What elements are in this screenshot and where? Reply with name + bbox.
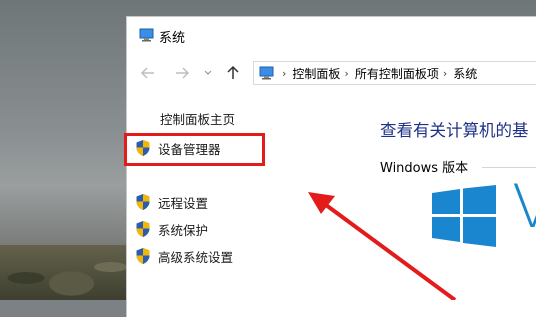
- advanced-system-settings-label: 高级系统设置: [158, 249, 234, 265]
- remote-settings-link[interactable]: 远程设置: [135, 192, 208, 212]
- breadcrumb-control-panel[interactable]: 控制面板: [292, 65, 340, 82]
- uac-shield-icon: [136, 194, 150, 210]
- forward-button[interactable]: [172, 63, 192, 83]
- chevron-down-icon: [204, 70, 212, 75]
- advanced-system-settings-link[interactable]: 高级系统设置: [135, 246, 233, 266]
- control-panel-home-link[interactable]: 控制面板主页: [160, 109, 235, 128]
- breadcrumb-separator-icon[interactable]: ›: [443, 67, 447, 80]
- section-divider: [482, 167, 536, 168]
- arrow-up-icon: [227, 66, 239, 79]
- arrow-left-icon: [141, 67, 154, 79]
- control-panel-icon: [259, 66, 274, 80]
- windows-edition-title: Windows 版本: [380, 161, 469, 176]
- system-protection-label: 系统保护: [158, 222, 209, 238]
- device-manager-label: 设备管理器: [158, 141, 221, 157]
- system-window: 系统 › 控制面板 › 所有控制面板项 › 系统 控制面板主页 设备管理器 远程…: [124, 17, 536, 317]
- page-heading: 查看有关计算机的基: [380, 121, 529, 140]
- address-bar[interactable]: › 控制面板 › 所有控制面板项 › 系统: [253, 61, 536, 85]
- title-bar[interactable]: 系统: [127, 17, 536, 55]
- navigation-bar: › 控制面板 › 所有控制面板项 › 系统: [127, 61, 536, 87]
- window-title: 系统: [159, 31, 186, 46]
- windows-logo-icon: [432, 185, 496, 247]
- system-protection-link[interactable]: 系统保护: [135, 219, 208, 239]
- desktop-wallpaper-foliage: [0, 245, 130, 300]
- breadcrumb-all-items[interactable]: 所有控制面板项: [355, 65, 439, 82]
- remote-settings-label: 远程设置: [158, 195, 209, 211]
- device-manager-link[interactable]: 设备管理器: [135, 138, 221, 158]
- up-button[interactable]: [223, 63, 243, 83]
- uac-shield-icon: [136, 248, 150, 264]
- arrow-right-icon: [176, 67, 189, 79]
- recent-locations-button[interactable]: [202, 63, 214, 83]
- breadcrumb-separator-icon[interactable]: ›: [344, 67, 348, 80]
- system-app-icon: [139, 28, 154, 42]
- breadcrumb-system[interactable]: 系统: [453, 65, 477, 82]
- uac-shield-icon: [136, 221, 150, 237]
- windows-wordmark: V: [512, 172, 536, 242]
- back-button[interactable]: [138, 63, 158, 83]
- uac-shield-icon: [136, 140, 150, 156]
- breadcrumb-separator-icon[interactable]: ›: [282, 67, 286, 80]
